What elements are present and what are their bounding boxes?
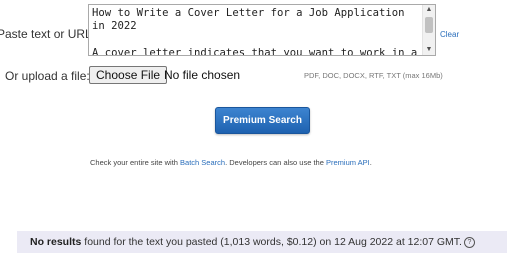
choose-file-button[interactable]: Choose File xyxy=(89,66,168,84)
upload-file-label: Or upload a file: xyxy=(5,69,90,83)
textarea-scrollbar[interactable]: ▲ ▼ xyxy=(422,5,435,55)
result-details: found for the text you pasted (1,013 wor… xyxy=(81,236,462,248)
paste-textarea[interactable]: How to Write a Cover Letter for a Job Ap… xyxy=(88,4,436,56)
info-line: Check your entire site with Batch Search… xyxy=(90,158,372,167)
batch-search-link[interactable]: Batch Search xyxy=(180,158,225,167)
paste-text-label: Paste text or URL: xyxy=(0,27,96,41)
scroll-down-arrow-icon[interactable]: ▼ xyxy=(423,45,435,55)
question-circle-icon[interactable]: ? xyxy=(463,237,475,248)
info-suffix: . xyxy=(369,158,372,167)
info-prefix: Check your entire site with xyxy=(90,158,181,167)
result-banner: No results found for the text you pasted… xyxy=(17,231,507,253)
premium-api-link[interactable]: Premium API xyxy=(326,158,370,167)
premium-search-button[interactable]: Premium Search xyxy=(215,107,310,134)
file-formats-hint: PDF, DOC, DOCX, RTF, TXT (max 16Mb) xyxy=(304,71,443,80)
clear-link[interactable]: Clear xyxy=(440,30,459,39)
file-status-text: No file chosen xyxy=(164,68,241,82)
scroll-thumb[interactable] xyxy=(425,17,433,33)
info-middle: . Developers can also use the xyxy=(225,158,326,167)
result-status: No results xyxy=(30,236,82,248)
textarea-text[interactable]: How to Write a Cover Letter for a Job Ap… xyxy=(92,7,419,55)
scroll-up-arrow-icon[interactable]: ▲ xyxy=(423,5,435,15)
